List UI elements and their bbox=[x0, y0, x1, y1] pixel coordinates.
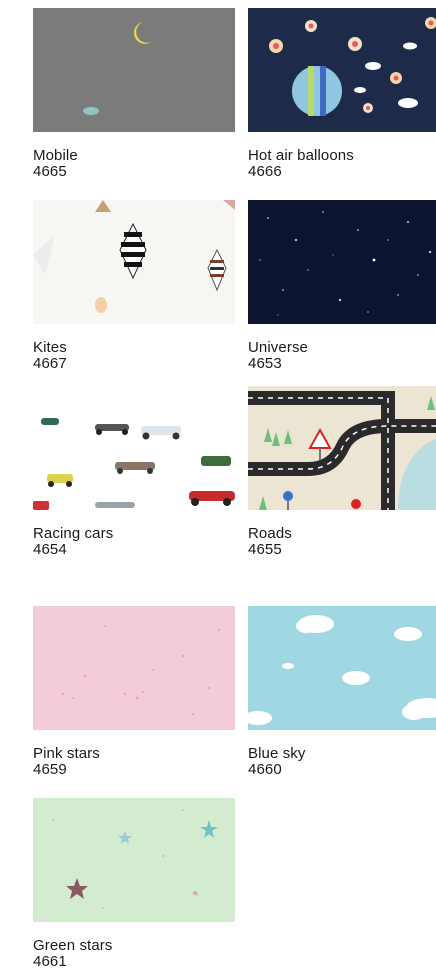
kites-thumbnail[interactable] bbox=[33, 200, 235, 324]
tile-title: Roads bbox=[248, 525, 292, 542]
wallpaper-tile-roads[interactable]: Roads 4655 bbox=[248, 386, 436, 558]
hot-air-balloons-thumbnail[interactable] bbox=[248, 8, 436, 132]
tile-code: 4653 bbox=[248, 355, 282, 372]
wallpaper-tile-racing-cars[interactable]: Racing cars 4654 bbox=[33, 386, 235, 558]
pink-stars-thumbnail[interactable] bbox=[33, 606, 235, 730]
tile-code: 4660 bbox=[248, 761, 282, 778]
tile-title: Pink stars bbox=[33, 745, 100, 762]
car-icon bbox=[41, 418, 59, 425]
racing-cars-thumbnail[interactable] bbox=[33, 386, 235, 510]
wallpaper-tile-universe[interactable]: Universe 4653 bbox=[248, 200, 436, 372]
car-icon bbox=[33, 501, 49, 510]
wallpaper-tile-hot-air-balloons[interactable]: Hot air balloons 4666 bbox=[248, 8, 436, 180]
wallpaper-tile-blue-sky[interactable]: Blue sky 4660 bbox=[248, 606, 436, 778]
tile-code: 4654 bbox=[33, 541, 67, 558]
green-stars-thumbnail[interactable] bbox=[33, 798, 235, 922]
wallpaper-tile-pink-stars[interactable]: Pink stars 4659 bbox=[33, 606, 235, 778]
universe-thumbnail[interactable] bbox=[248, 200, 436, 324]
tile-title: Green stars bbox=[33, 937, 113, 954]
tile-title: Kites bbox=[33, 339, 67, 356]
tile-title: Blue sky bbox=[248, 745, 306, 762]
tile-title: Mobile bbox=[33, 147, 78, 164]
car-icon bbox=[95, 502, 135, 508]
tile-code: 4665 bbox=[33, 163, 67, 180]
tile-title: Hot air balloons bbox=[248, 147, 354, 164]
stop-sign-icon bbox=[351, 499, 361, 509]
tile-code: 4655 bbox=[248, 541, 282, 558]
blue-sky-thumbnail[interactable] bbox=[248, 606, 436, 730]
wallpaper-tile-mobile[interactable]: Mobile 4665 bbox=[33, 8, 235, 180]
tile-code: 4661 bbox=[33, 953, 67, 970]
car-icon bbox=[201, 456, 231, 466]
wallpaper-tile-green-stars[interactable]: Green stars 4661 bbox=[33, 798, 235, 970]
balloon-icon bbox=[292, 66, 342, 116]
tile-title: Universe bbox=[248, 339, 308, 356]
roads-thumbnail[interactable] bbox=[248, 386, 436, 510]
cloud-icon bbox=[83, 107, 99, 115]
tile-code: 4659 bbox=[33, 761, 67, 778]
tile-title: Racing cars bbox=[33, 525, 114, 542]
mobile-thumbnail[interactable] bbox=[33, 8, 235, 132]
tile-code: 4667 bbox=[33, 355, 67, 372]
wallpaper-tile-kites[interactable]: Kites 4667 bbox=[33, 200, 235, 372]
tile-code: 4666 bbox=[248, 163, 282, 180]
